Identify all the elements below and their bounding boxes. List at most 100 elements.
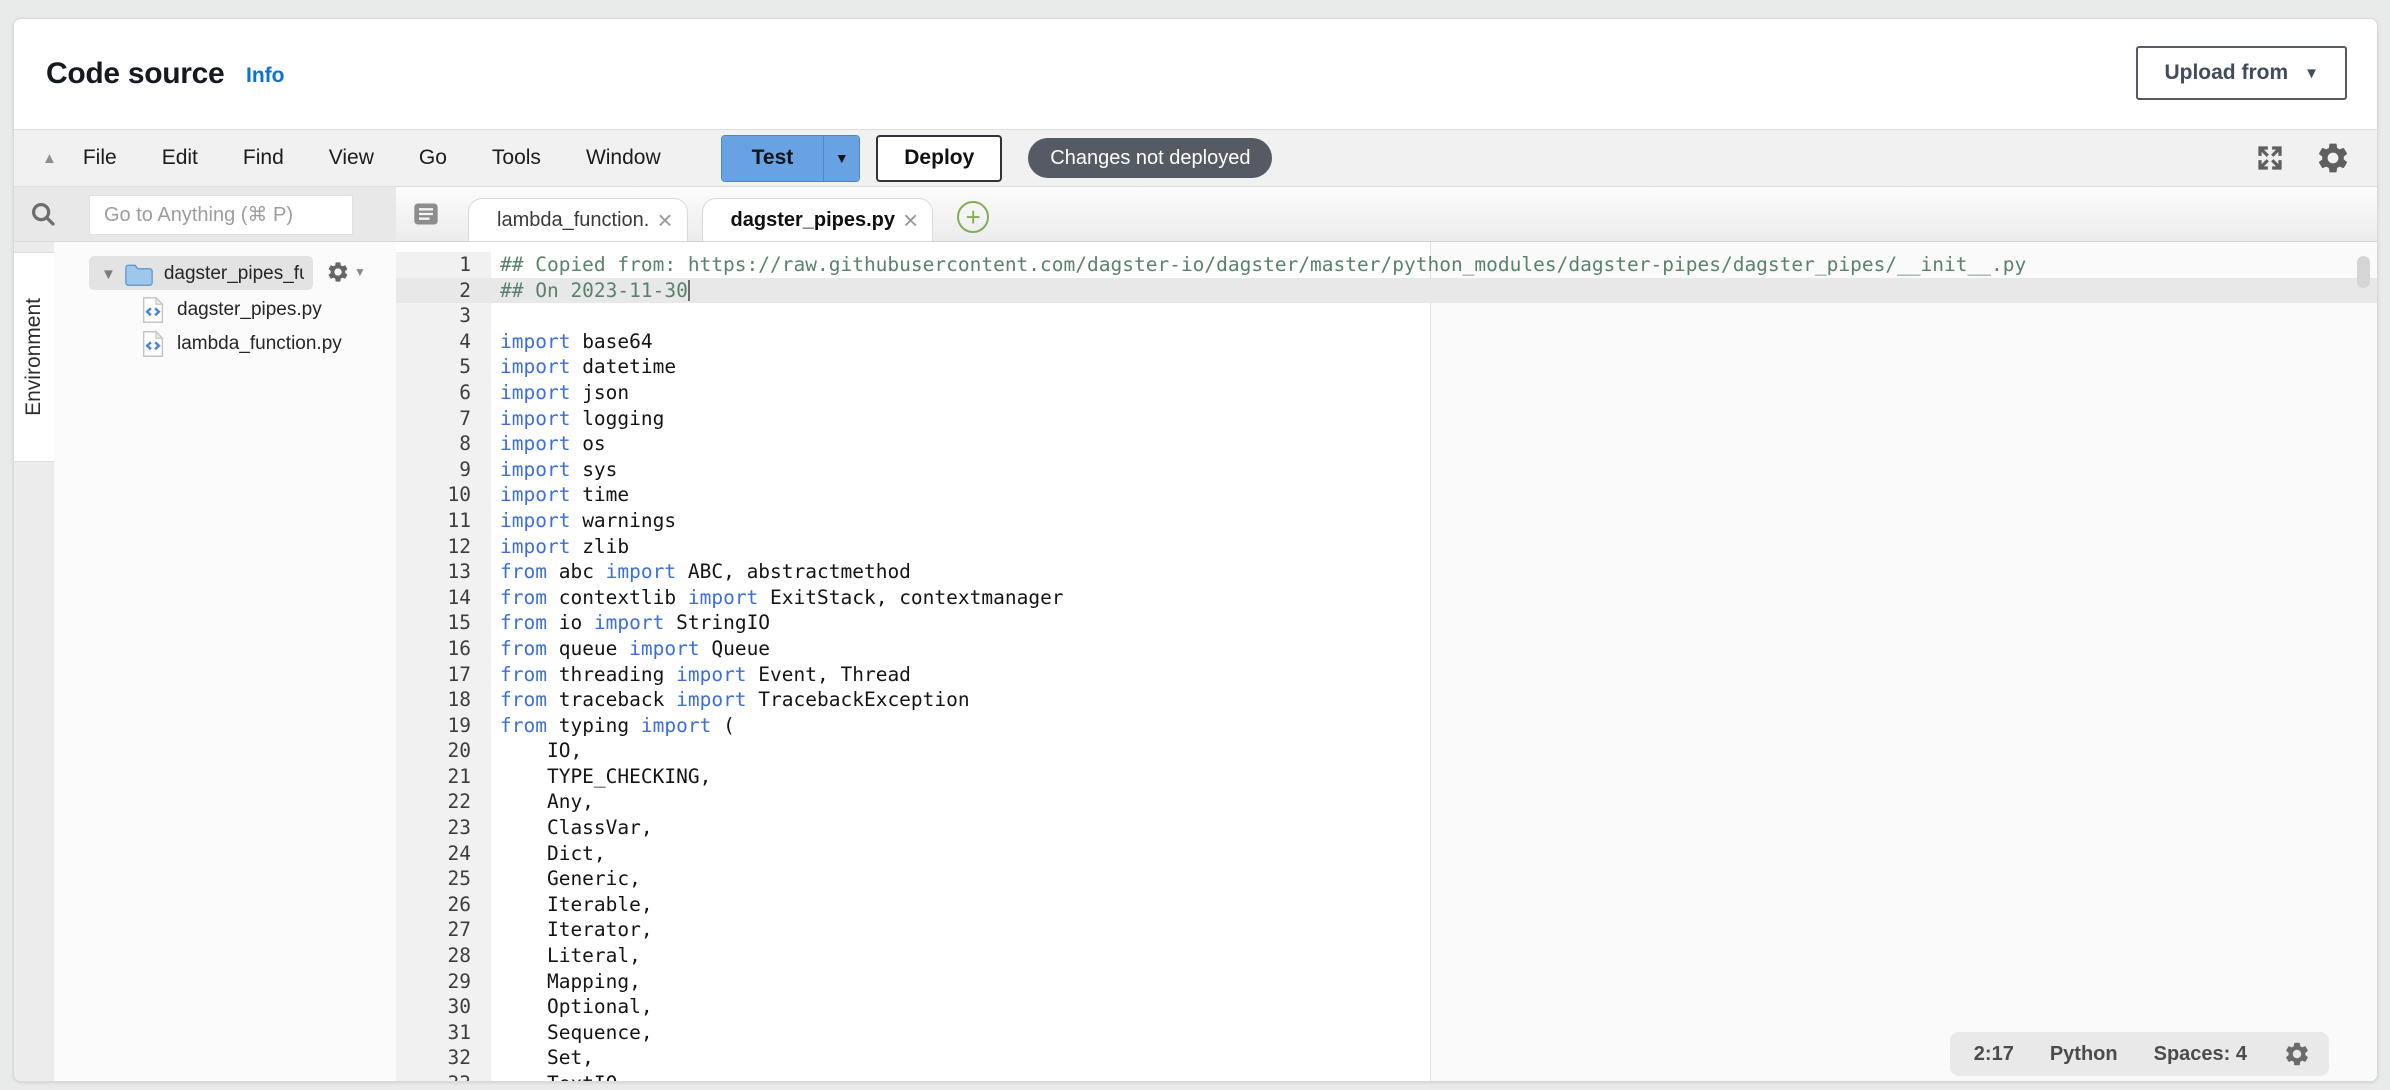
line-number[interactable]: 26	[396, 892, 491, 918]
line-number[interactable]: 31	[396, 1020, 491, 1046]
menubar-collapse-icon[interactable]: ▲	[42, 150, 57, 167]
indentation-setting[interactable]: Spaces: 4	[2154, 1043, 2247, 1066]
menu-tools[interactable]: Tools	[492, 146, 541, 170]
code-line-23[interactable]: 23 ClassVar,	[396, 815, 2377, 841]
code-line-9[interactable]: 9import sys	[396, 457, 2377, 483]
new-tab-button[interactable]: +	[957, 201, 989, 233]
code-line-25[interactable]: 25 Generic,	[396, 866, 2377, 892]
code-line-6[interactable]: 6import json	[396, 380, 2377, 406]
code-line-3[interactable]: 3	[396, 303, 2377, 329]
code-line-1[interactable]: 1## Copied from: https://raw.githubuserc…	[396, 252, 2377, 278]
line-number[interactable]: 27	[396, 917, 491, 943]
code-line-4[interactable]: 4import base64	[396, 329, 2377, 355]
line-number[interactable]: 14	[396, 585, 491, 611]
open-files-list-icon[interactable]	[412, 200, 440, 233]
line-number[interactable]: 17	[396, 662, 491, 688]
line-number[interactable]: 7	[396, 406, 491, 432]
code-line-30[interactable]: 30 Optional,	[396, 994, 2377, 1020]
code-editor[interactable]: 1## Copied from: https://raw.githubuserc…	[396, 242, 2377, 1081]
line-number[interactable]: 21	[396, 764, 491, 790]
menu-go[interactable]: Go	[419, 146, 447, 170]
line-number[interactable]: 29	[396, 969, 491, 995]
line-number[interactable]: 8	[396, 431, 491, 457]
code-line-27[interactable]: 27 Iterator,	[396, 917, 2377, 943]
cursor-position[interactable]: 2:17	[1974, 1043, 2014, 1066]
line-number[interactable]: 10	[396, 482, 491, 508]
line-number[interactable]: 5	[396, 354, 491, 380]
line-number[interactable]: 4	[396, 329, 491, 355]
line-number[interactable]: 11	[396, 508, 491, 534]
code-line-5[interactable]: 5import datetime	[396, 354, 2377, 380]
fullscreen-icon[interactable]	[2255, 143, 2285, 173]
code-line-26[interactable]: 26 Iterable,	[396, 892, 2377, 918]
editor-settings-gear-icon[interactable]	[2283, 1040, 2311, 1068]
test-caret-button[interactable]: ▼	[823, 136, 859, 181]
code-line-24[interactable]: 24 Dict,	[396, 841, 2377, 867]
line-number[interactable]: 15	[396, 610, 491, 636]
language-mode[interactable]: Python	[2050, 1043, 2118, 1066]
test-button[interactable]: Test	[722, 136, 824, 181]
code-line-13[interactable]: 13from abc import ABC, abstractmethod	[396, 559, 2377, 585]
code-line-19[interactable]: 19from typing import (	[396, 713, 2377, 739]
code-line-17[interactable]: 17from threading import Event, Thread	[396, 662, 2377, 688]
tree-file-dagster_pipes.py[interactable]: dagster_pipes.py	[141, 294, 322, 326]
code-line-21[interactable]: 21 TYPE_CHECKING,	[396, 764, 2377, 790]
menu-view[interactable]: View	[329, 146, 374, 170]
line-number[interactable]: 24	[396, 841, 491, 867]
test-split-button[interactable]: Test ▼	[721, 135, 861, 182]
line-number[interactable]: 30	[396, 994, 491, 1020]
line-number[interactable]: 22	[396, 789, 491, 815]
deploy-button[interactable]: Deploy	[876, 135, 1002, 182]
code-line-11[interactable]: 11import warnings	[396, 508, 2377, 534]
code-line-15[interactable]: 15from io import StringIO	[396, 610, 2377, 636]
line-number[interactable]: 20	[396, 738, 491, 764]
line-number[interactable]: 25	[396, 866, 491, 892]
line-number[interactable]: 28	[396, 943, 491, 969]
menu-edit[interactable]: Edit	[162, 146, 198, 170]
tab-lambda_function[interactable]: lambda_function.×	[468, 198, 688, 241]
folder-disclosure-icon[interactable]: ▼	[101, 266, 116, 283]
line-number[interactable]: 16	[396, 636, 491, 662]
line-number[interactable]: 33	[396, 1071, 491, 1081]
code-line-16[interactable]: 16from queue import Queue	[396, 636, 2377, 662]
code-line-14[interactable]: 14from contextlib import ExitStack, cont…	[396, 585, 2377, 611]
code-line-22[interactable]: 22 Any,	[396, 789, 2377, 815]
code-line-18[interactable]: 18from traceback import TracebackExcepti…	[396, 687, 2377, 713]
code-line-2[interactable]: 2## On 2023-11-30	[396, 278, 2377, 304]
tree-file-lambda_function.py[interactable]: lambda_function.py	[141, 328, 342, 360]
code-line-7[interactable]: 7import logging	[396, 406, 2377, 432]
line-number[interactable]: 13	[396, 559, 491, 585]
line-number[interactable]: 12	[396, 534, 491, 560]
line-number[interactable]: 6	[396, 380, 491, 406]
left-rail: Environment	[14, 242, 54, 1081]
line-number[interactable]: 9	[396, 457, 491, 483]
menu-file[interactable]: File	[83, 146, 117, 170]
line-number[interactable]: 19	[396, 713, 491, 739]
code-line-10[interactable]: 10import time	[396, 482, 2377, 508]
menu-window[interactable]: Window	[586, 146, 661, 170]
tab-close-icon[interactable]: ×	[903, 210, 918, 230]
tree-folder-row[interactable]: ▼ dagster_pipes_funct	[89, 258, 357, 290]
line-number[interactable]: 18	[396, 687, 491, 713]
settings-gear-icon[interactable]	[2315, 140, 2351, 176]
line-number[interactable]: 1	[396, 252, 491, 278]
code-line-20[interactable]: 20 IO,	[396, 738, 2377, 764]
code-line-12[interactable]: 12import zlib	[396, 534, 2377, 560]
tree-settings-button[interactable]: ▼	[326, 260, 366, 284]
file-name: dagster_pipes.py	[177, 299, 322, 321]
tab-close-icon[interactable]: ×	[657, 210, 672, 230]
line-number[interactable]: 3	[396, 303, 491, 329]
line-number[interactable]: 2	[396, 278, 491, 304]
vertical-scrollbar[interactable]	[2357, 256, 2370, 288]
environment-tab[interactable]: Environment	[14, 252, 54, 462]
code-line-29[interactable]: 29 Mapping,	[396, 969, 2377, 995]
code-line-8[interactable]: 8import os	[396, 431, 2377, 457]
goto-anything-input[interactable]	[89, 195, 353, 235]
line-number[interactable]: 32	[396, 1045, 491, 1071]
line-number[interactable]: 23	[396, 815, 491, 841]
info-link[interactable]: Info	[246, 64, 284, 88]
menu-find[interactable]: Find	[243, 146, 284, 170]
upload-from-button[interactable]: Upload from ▼	[2136, 46, 2347, 100]
code-line-28[interactable]: 28 Literal,	[396, 943, 2377, 969]
tab-dagster_pipes.py[interactable]: dagster_pipes.py×	[702, 198, 934, 241]
